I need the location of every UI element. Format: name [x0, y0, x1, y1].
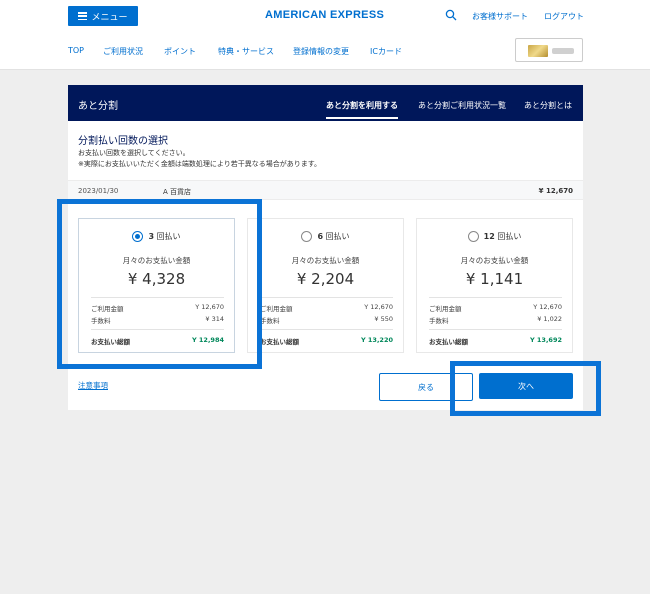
hamburger-icon [78, 12, 88, 20]
card-thumbnail[interactable] [515, 38, 583, 62]
total-label: お支払い総額 [260, 338, 299, 346]
total-value: Y 13,220 [360, 336, 393, 344]
fee-label: 手数料 [429, 317, 449, 325]
active-tab-indicator [326, 117, 398, 119]
panel-header: あと分割 あと分割を利用する あと分割ご利用状況一覧 あと分割とは [68, 85, 583, 121]
card-image [528, 45, 548, 57]
card-number-masked [552, 48, 574, 54]
option-suffix: 回払い [325, 232, 350, 241]
option-card-6[interactable]: 6 回払い 月々のお支払い金額 ¥ 2,204 ご利用金額 Y 12,670 手数… [247, 218, 404, 353]
tab-about-installment[interactable]: あと分割とは [524, 100, 572, 111]
option-suffix: 回払い [497, 232, 522, 241]
radio-6[interactable] [301, 231, 313, 242]
highlight-box-selected-option [57, 199, 262, 369]
monthly-amount: ¥ 1,141 [465, 270, 524, 288]
brand-logo[interactable]: AMERICAN EXPRESS [265, 9, 384, 21]
fee-row: 手数料 ¥ 550 [260, 315, 393, 325]
nav-registration[interactable]: 登録情報の変更 [293, 46, 349, 57]
instruction-text: お支払い回数を選択してください。 [78, 149, 190, 157]
monthly-amount: ¥ 2,204 [296, 270, 355, 288]
menu-button[interactable]: メニュー [68, 6, 138, 26]
total-label: お支払い総額 [429, 338, 468, 346]
menu-button-label: メニュー [91, 12, 128, 23]
total-row: お支払い総額 Y 13,220 [260, 336, 393, 346]
fee-value: ¥ 550 [374, 315, 393, 323]
fee-row: 手数料 ¥ 1,022 [429, 315, 562, 325]
nav-benefits[interactable]: 特典・サービス [218, 46, 274, 57]
nav-ic-card[interactable]: ICカード [370, 46, 402, 57]
logout-link[interactable]: ログアウト [544, 11, 584, 22]
total-value: Y 13,692 [529, 336, 562, 344]
tab-use-installment[interactable]: あと分割を利用する [326, 100, 398, 111]
monthly-label: 月々のお支払い金額 [291, 256, 360, 265]
divider [260, 329, 393, 330]
option-count: 12 [483, 232, 495, 241]
nav-points[interactable]: ポイント [164, 46, 196, 57]
notes-link[interactable]: 注意事項 [78, 380, 108, 391]
purchase-amount: ¥ 12,670 [538, 187, 573, 195]
divider [429, 329, 562, 330]
total-row: お支払い総額 Y 13,692 [429, 336, 562, 346]
fee-value: ¥ 1,022 [537, 315, 562, 323]
highlight-box-next-button [450, 361, 601, 416]
purchase-row: 2023/01/30 A 百貨店 ¥ 12,670 [68, 180, 583, 200]
tab-installment-history[interactable]: あと分割ご利用状況一覧 [418, 100, 506, 111]
monthly-label: 月々のお支払い金額 [460, 256, 529, 265]
search-icon[interactable] [445, 9, 457, 21]
usage-value: Y 12,670 [364, 303, 393, 311]
usage-value: Y 12,670 [533, 303, 562, 311]
option-card-12[interactable]: 12 回払い 月々のお支払い金額 ¥ 1,141 ご利用金額 Y 12,670 手… [416, 218, 573, 353]
radio-12[interactable] [467, 231, 479, 242]
usage-row: ご利用金額 Y 12,670 [260, 303, 393, 313]
usage-label: ご利用金額 [429, 305, 462, 313]
usage-row: ご利用金額 Y 12,670 [429, 303, 562, 313]
panel-title: あと分割 [78, 101, 118, 112]
purchase-date: 2023/01/30 [78, 187, 119, 195]
site-header: メニュー AMERICAN EXPRESS お客様サポート ログアウト TOP … [0, 0, 650, 70]
support-link[interactable]: お客様サポート [472, 11, 528, 22]
divider [260, 297, 393, 298]
purchase-store: A 百貨店 [163, 188, 192, 196]
rounding-note: ※実際にお支払いいただく金額は端数処理により若干異なる場合があります。 [78, 160, 322, 168]
usage-label: ご利用金額 [260, 305, 293, 313]
fee-label: 手数料 [260, 317, 280, 325]
section-title: 分割払い回数の選択 [78, 136, 168, 147]
nav-top[interactable]: TOP [68, 46, 84, 55]
option-count: 6 [317, 232, 324, 241]
nav-usage[interactable]: ご利用状況 [103, 46, 143, 57]
divider [429, 297, 562, 298]
